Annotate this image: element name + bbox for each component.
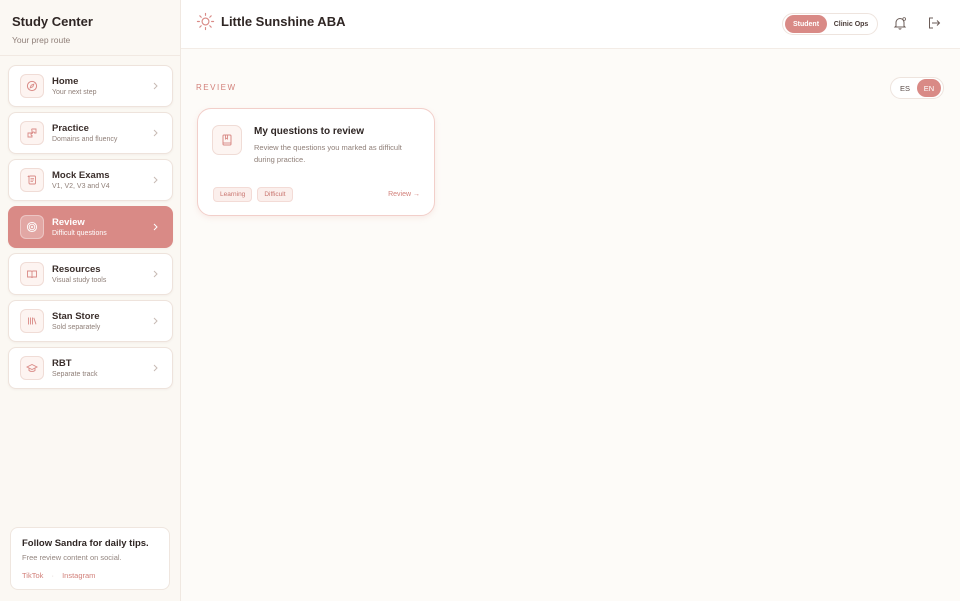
sidebar: Study Center Your prep route Home Your n… (0, 0, 181, 601)
review-questions-card[interactable]: My questions to review Review the questi… (197, 108, 435, 216)
brand[interactable]: Little Sunshine ABA (196, 12, 345, 31)
sidebar-item-label: Resources (52, 264, 101, 275)
graduation-cap-icon (20, 356, 44, 380)
role-toggle: Student Clinic Ops (782, 13, 878, 35)
sun-icon (196, 12, 215, 31)
chevron-right-icon (153, 223, 158, 231)
chevron-right-icon (153, 270, 158, 278)
chevron-right-icon (153, 364, 158, 372)
sidebar-header: Study Center Your prep route (0, 0, 180, 56)
target-icon (20, 215, 44, 239)
sidebar-item-home[interactable]: Home Your next step (8, 65, 173, 107)
section-label: REVIEW (196, 83, 237, 92)
language-toggle: ES EN (890, 77, 944, 99)
open-book-icon (20, 262, 44, 286)
sidebar-subtitle: Your prep route (12, 35, 71, 45)
sidebar-item-stan-store[interactable]: Stan Store Sold separately (8, 300, 173, 342)
sidebar-item-desc: Separate track (52, 371, 98, 378)
sidebar-item-label: RBT (52, 358, 72, 369)
tiktok-link[interactable]: TikTok (22, 571, 43, 580)
instagram-link[interactable]: Instagram (62, 571, 95, 580)
chevron-right-icon (153, 176, 158, 184)
chevron-right-icon (153, 317, 158, 325)
review-link[interactable]: Review → (388, 191, 420, 198)
scroll-icon (20, 168, 44, 192)
puzzle-icon (20, 121, 44, 145)
sidebar-nav: Home Your next step Practice Domains and… (8, 65, 173, 394)
sidebar-item-desc: Sold separately (52, 324, 101, 331)
role-clinic-ops-button[interactable]: Clinic Ops (827, 15, 875, 33)
card-title: My questions to review (254, 126, 365, 137)
topbar: Little Sunshine ABA Student Clinic Ops (181, 0, 960, 49)
chevron-right-icon (153, 82, 158, 90)
compass-icon (20, 74, 44, 98)
lang-es-button[interactable]: ES (893, 79, 917, 97)
logout-icon[interactable] (927, 16, 941, 30)
library-icon (20, 309, 44, 333)
sidebar-item-desc: V1, V2, V3 and V4 (52, 183, 110, 190)
sidebar-item-desc: Visual study tools (52, 277, 107, 284)
bookmark-book-icon (212, 125, 242, 155)
promo-links: TikTok · Instagram (22, 571, 158, 580)
card-tags: Learning Difficult (213, 187, 298, 202)
sidebar-item-desc: Your next step (52, 89, 97, 96)
sidebar-item-desc: Difficult questions (52, 230, 107, 237)
sidebar-item-resources[interactable]: Resources Visual study tools (8, 253, 173, 295)
sidebar-item-label: Review (52, 217, 85, 228)
sidebar-title: Study Center (12, 14, 93, 29)
sidebar-item-rbt[interactable]: RBT Separate track (8, 347, 173, 389)
link-separator: · (51, 571, 54, 580)
sidebar-item-label: Stan Store (52, 311, 100, 322)
chevron-right-icon (153, 129, 158, 137)
tag-difficult: Difficult (257, 187, 293, 202)
sidebar-item-label: Mock Exams (52, 170, 110, 181)
sidebar-item-label: Practice (52, 123, 89, 134)
promo-subtitle: Free review content on social. (22, 553, 122, 562)
card-description: Review the questions you marked as diffi… (254, 143, 402, 164)
tag-learning: Learning (213, 187, 253, 202)
social-promo-card: Follow Sandra for daily tips. Free revie… (10, 527, 170, 590)
promo-title: Follow Sandra for daily tips. (22, 538, 149, 549)
brand-name: Little Sunshine ABA (221, 14, 346, 29)
sidebar-item-practice[interactable]: Practice Domains and fluency (8, 112, 173, 154)
sidebar-item-desc: Domains and fluency (52, 136, 118, 143)
sidebar-item-review[interactable]: Review Difficult questions (8, 206, 173, 248)
sidebar-item-label: Home (52, 76, 79, 87)
bell-icon[interactable] (893, 16, 907, 30)
role-student-button[interactable]: Student (785, 15, 827, 33)
sidebar-item-mock-exams[interactable]: Mock Exams V1, V2, V3 and V4 (8, 159, 173, 201)
lang-en-button[interactable]: EN (917, 79, 941, 97)
